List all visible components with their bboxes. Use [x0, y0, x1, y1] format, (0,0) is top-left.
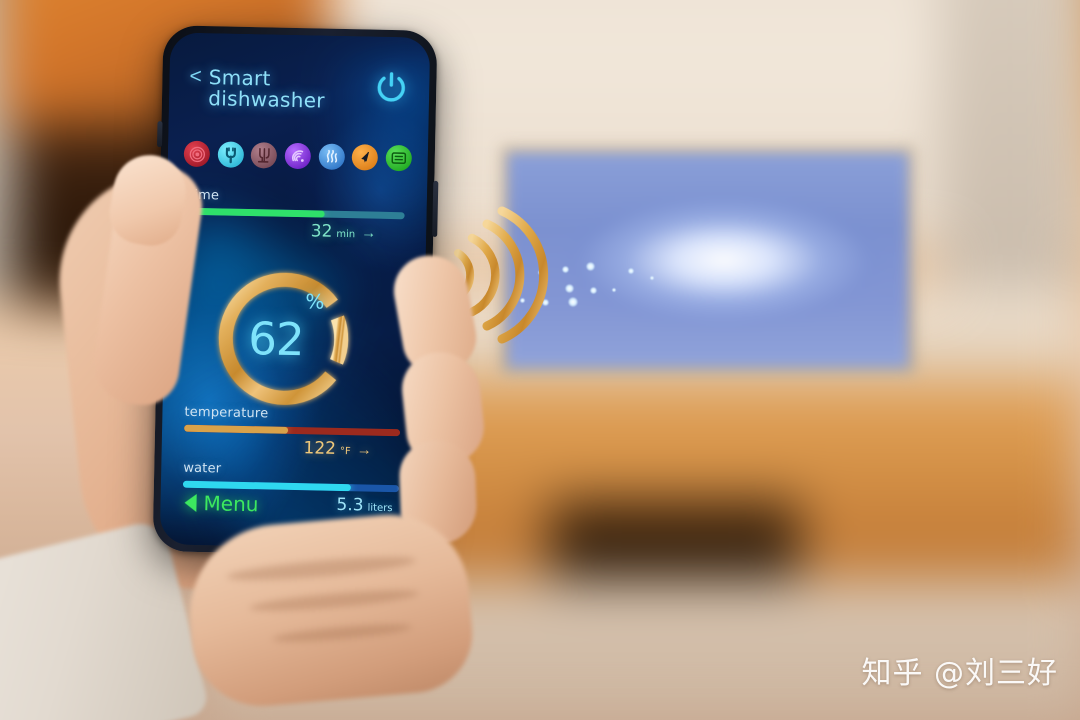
watermark: 知乎 @刘三好 — [861, 656, 1058, 691]
hand-fingers — [0, 0, 1080, 720]
photo-scene: < Smart dishwasher time 32 min → 62 % te… — [0, 0, 1080, 720]
lower-hand — [182, 508, 478, 712]
